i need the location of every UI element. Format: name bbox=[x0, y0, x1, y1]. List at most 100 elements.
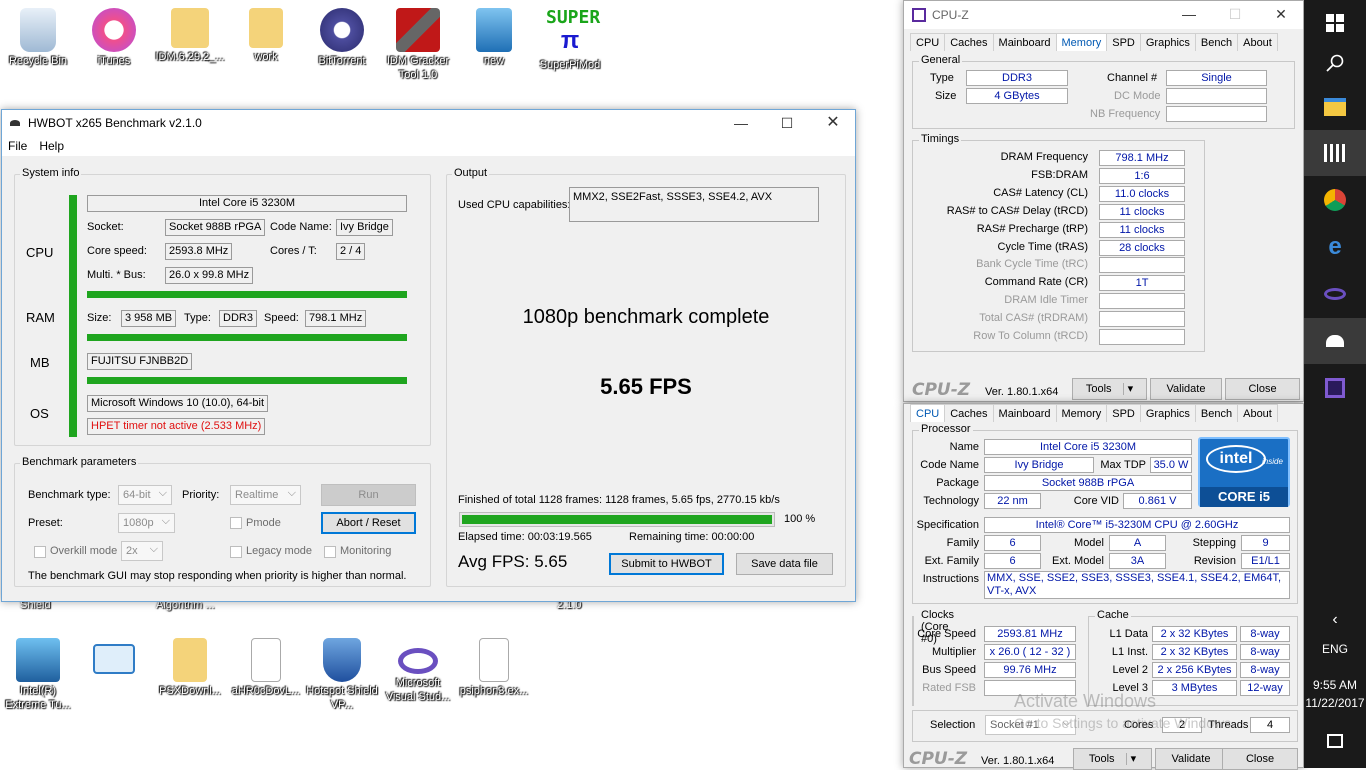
legacy-checkbox[interactable] bbox=[230, 546, 242, 558]
tools-button[interactable]: Tools ▾ bbox=[1072, 378, 1147, 400]
tab-mainboard[interactable]: Mainboard bbox=[992, 404, 1057, 422]
timing-label: DRAM Idle Timer bbox=[1004, 294, 1088, 307]
desktop-icon-intel-xtu[interactable]: Intel(R) Extreme Tu... bbox=[0, 638, 76, 712]
tab-memory[interactable]: Memory bbox=[1055, 33, 1108, 51]
multiplier-value: x 26.0 ( 12 - 32 ) bbox=[984, 644, 1076, 660]
desktop-icon-psiphon[interactable]: psiphon3.ex... bbox=[456, 638, 532, 698]
tab-cpu[interactable]: CPU bbox=[910, 404, 946, 422]
intel-xtu-icon bbox=[16, 638, 60, 682]
close-button[interactable]: ✕ bbox=[810, 110, 856, 136]
desktop-icon-idm-folder[interactable]: IDM.6.29.2_... bbox=[152, 8, 228, 64]
tab-mainboard[interactable]: Mainboard bbox=[992, 33, 1057, 51]
desktop-icon-itunes[interactable]: iTunes bbox=[76, 8, 152, 68]
priority-select[interactable]: Realtime bbox=[230, 484, 301, 505]
tab-about[interactable]: About bbox=[1237, 404, 1278, 422]
timing-value: 798.1 MHz bbox=[1099, 150, 1185, 166]
desktop-icon-recycle-bin[interactable]: Recycle Bin bbox=[0, 8, 76, 68]
system-info-green-bar bbox=[69, 195, 77, 437]
taskbar-visual-studio[interactable] bbox=[1304, 271, 1366, 317]
bus-speed-value: 99.76 MHz bbox=[984, 662, 1076, 678]
overkill-checkbox[interactable] bbox=[34, 546, 46, 558]
output-title: Output bbox=[452, 167, 490, 179]
windows-icon bbox=[1326, 14, 1344, 32]
cpuz-icon bbox=[1325, 378, 1345, 398]
package-label: Package bbox=[936, 477, 979, 489]
clock-time[interactable]: 9:55 AM bbox=[1304, 675, 1366, 695]
timing-label: RAS# to CAS# Delay (tRCD) bbox=[946, 204, 1088, 217]
desktop-icon-control-panel[interactable] bbox=[76, 638, 152, 676]
chrome-icon bbox=[1324, 189, 1346, 211]
validate-button[interactable]: Validate bbox=[1150, 378, 1222, 400]
intel-core-i5-logo: intel inside CORE i5 bbox=[1198, 437, 1290, 507]
cpuz-titlebar[interactable]: CPU-Z — ☐ ✕ bbox=[904, 1, 1303, 29]
cpuz-title: CPU-Z bbox=[932, 8, 969, 22]
desktop-icon-visual-studio[interactable]: Microsoft Visual Stud... bbox=[380, 638, 456, 704]
tab-caches[interactable]: Caches bbox=[944, 404, 994, 422]
pmode-checkbox[interactable] bbox=[230, 517, 242, 529]
desktop-icon-hotspot-shield[interactable]: Hotspot Shield VP... bbox=[304, 638, 380, 712]
minimize-button[interactable]: — bbox=[718, 110, 764, 136]
cpuz-minimize-button[interactable]: — bbox=[1166, 1, 1212, 27]
cpu-caps-label: Used CPU capabilities: bbox=[458, 199, 571, 211]
tab-about[interactable]: About bbox=[1237, 33, 1278, 51]
tools-label: Tools bbox=[1088, 753, 1115, 765]
ext-family-label: Ext. Family bbox=[924, 555, 979, 567]
abort-reset-button[interactable]: Abort / Reset bbox=[321, 512, 416, 534]
cpuz-maximize-button[interactable]: ☐ bbox=[1212, 1, 1258, 27]
preset-select[interactable]: 1080p bbox=[118, 512, 175, 533]
cpuz-close-button[interactable]: ✕ bbox=[1258, 1, 1304, 27]
taskbar-hwbot[interactable] bbox=[1304, 318, 1366, 364]
pmode-label: Pmode bbox=[246, 517, 281, 529]
cpuz-close-btn[interactable]: Close bbox=[1225, 378, 1300, 400]
visual-studio-icon bbox=[398, 648, 438, 674]
desktop-icon-superpimod[interactable]: SUPER π SuperPiMod bbox=[532, 8, 608, 72]
cpuz-close-btn[interactable]: Close bbox=[1222, 748, 1298, 770]
tab-caches[interactable]: Caches bbox=[944, 33, 994, 51]
tab-memory[interactable]: Memory bbox=[1055, 404, 1108, 422]
run-button[interactable]: Run bbox=[321, 484, 416, 506]
save-data-button[interactable]: Save data file bbox=[736, 553, 833, 575]
bench-type-select[interactable]: 64-bit bbox=[118, 484, 172, 505]
language-indicator[interactable]: ENG bbox=[1304, 627, 1366, 671]
submit-hwbot-button[interactable]: Submit to HWBOT bbox=[609, 553, 724, 575]
channel-label: Channel # bbox=[1107, 72, 1158, 84]
taskbar-media-app[interactable] bbox=[1304, 130, 1366, 176]
ram-type-field: DDR3 bbox=[219, 310, 257, 327]
taskbar-file-explorer[interactable] bbox=[1304, 84, 1366, 130]
ram-divider-bar bbox=[87, 334, 407, 341]
desktop-icon-new[interactable]: new bbox=[456, 8, 532, 68]
tools-label: Tools bbox=[1085, 383, 1112, 395]
validate-button[interactable]: Validate bbox=[1155, 748, 1227, 770]
menu-file[interactable]: File bbox=[2, 139, 33, 153]
desktop-icon-work[interactable]: work bbox=[228, 8, 304, 64]
tab-graphics[interactable]: Graphics bbox=[1139, 33, 1196, 51]
tab-cpu[interactable]: CPU bbox=[910, 33, 946, 51]
tab-spd[interactable]: SPD bbox=[1106, 33, 1141, 51]
tab-graphics[interactable]: Graphics bbox=[1139, 404, 1196, 422]
tab-spd[interactable]: SPD bbox=[1106, 404, 1141, 422]
taskbar-edge[interactable]: e bbox=[1304, 224, 1366, 270]
action-center-button[interactable] bbox=[1304, 718, 1366, 764]
hwbot-titlebar[interactable]: HWBOT x265 Benchmark v2.1.0 — ☐ ✕ bbox=[2, 110, 855, 136]
tools-button[interactable]: Tools ▾ bbox=[1073, 748, 1152, 770]
control-panel-icon bbox=[93, 644, 135, 674]
desktop-icon-idm-gracker[interactable]: IDM Gracker Tool 1.0 bbox=[380, 8, 456, 82]
maximize-button[interactable]: ☐ bbox=[764, 110, 810, 136]
taskbar-cpuz[interactable] bbox=[1304, 365, 1366, 411]
desktop-icon-ahr0cdovl[interactable]: aHR0cDovL... bbox=[228, 638, 304, 698]
desktop-icon-psxdownl[interactable]: PSXDownl... bbox=[152, 638, 228, 698]
spec-label: Specification bbox=[916, 519, 979, 531]
timings-title: Timings bbox=[919, 133, 962, 145]
timing-label: Command Rate (CR) bbox=[984, 276, 1088, 289]
tab-bench[interactable]: Bench bbox=[1194, 404, 1239, 422]
desktop-icon-bittorrent[interactable]: BitTorrent bbox=[304, 8, 380, 68]
search-button[interactable] bbox=[1304, 40, 1366, 86]
menu-help[interactable]: Help bbox=[33, 139, 70, 153]
taskbar-chrome[interactable] bbox=[1304, 177, 1366, 223]
monitoring-checkbox[interactable] bbox=[324, 546, 336, 558]
overkill-select[interactable]: 2x bbox=[121, 540, 163, 561]
tab-bench[interactable]: Bench bbox=[1194, 33, 1239, 51]
clock-date[interactable]: 11/22/2017 bbox=[1304, 693, 1366, 713]
cpuz-cpu-window: CPU Caches Mainboard Memory SPD Graphics… bbox=[903, 403, 1304, 770]
visual-studio-icon bbox=[1324, 288, 1346, 300]
